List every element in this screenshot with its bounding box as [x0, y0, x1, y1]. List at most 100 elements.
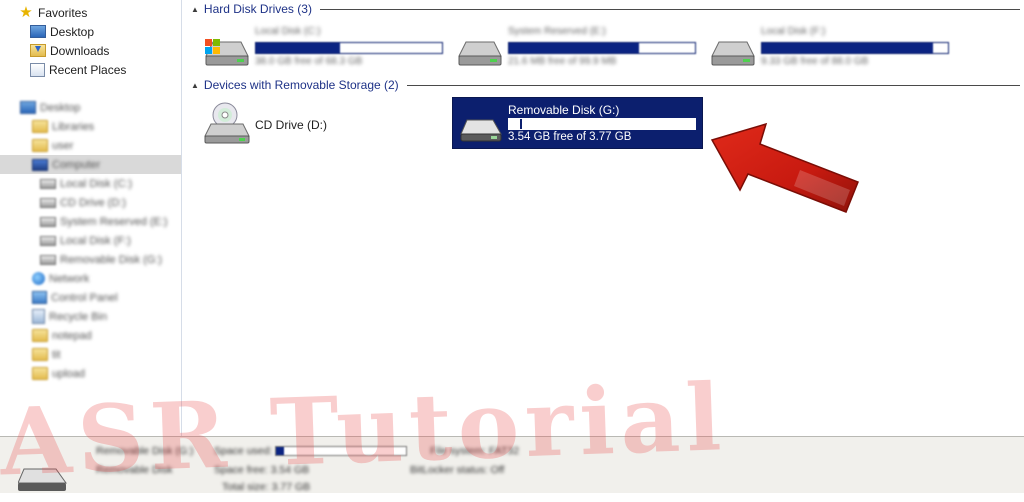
- group-hard-disk-drives[interactable]: ▲ Hard Disk Drives (3): [191, 1, 1020, 17]
- details-space-free: Space free: 3.54 GB: [214, 464, 310, 476]
- nav-tree-local-disk-c[interactable]: Local Disk (C:): [40, 174, 181, 193]
- group-header-label: Hard Disk Drives (3): [203, 2, 312, 16]
- nav-tree-label: Local Disk (F:): [60, 234, 131, 247]
- nav-tree-label: System Reserved (E:): [60, 215, 168, 228]
- hard-disk-icon: [40, 178, 56, 189]
- drive-name: Removable Disk (G:): [508, 103, 620, 117]
- drive-usage-bar: [761, 42, 949, 54]
- network-icon: [32, 272, 45, 285]
- nav-tree-label: Removable Disk (G:): [60, 253, 163, 266]
- drive-local-disk-f[interactable]: Local Disk (F:) 9.33 GB free of 88.0 GB: [703, 24, 953, 74]
- nav-tree-libraries[interactable]: Libraries: [32, 117, 181, 136]
- nav-tree-label: notepad: [52, 329, 92, 342]
- nav-tree-system-reserved[interactable]: System Reserved (E:): [40, 212, 181, 231]
- nav-tree-desktop[interactable]: Desktop: [20, 98, 181, 117]
- drive-free-space: 3.54 GB free of 3.77 GB: [508, 131, 632, 143]
- nav-tree-label: Recycle Bin: [49, 310, 108, 323]
- hard-disk-icon: [40, 235, 56, 246]
- details-space-used-label: Space used:: [214, 445, 273, 457]
- nav-item-label: Desktop: [50, 24, 95, 39]
- nav-tree-label: Network: [49, 272, 90, 285]
- libraries-icon: [32, 120, 48, 133]
- nav-tree-local-disk-f[interactable]: Local Disk (F:): [40, 231, 181, 250]
- downloads-icon: [30, 44, 46, 57]
- drive-free-space: 21.6 MB free of 99.9 MB: [508, 56, 617, 67]
- nav-favorites[interactable]: ★ Favorites: [18, 3, 181, 22]
- recycle-bin-icon: [32, 309, 45, 324]
- nav-item-downloads[interactable]: Downloads: [30, 41, 181, 60]
- nav-item-desktop[interactable]: Desktop: [30, 22, 181, 41]
- details-total-size: Total size: 3.77 GB: [222, 481, 311, 493]
- drive-usage-fill: [256, 43, 340, 53]
- desktop-icon: [20, 101, 36, 114]
- nav-favorites-label: Favorites: [38, 5, 88, 20]
- nav-tree-notepad[interactable]: notepad: [32, 326, 181, 345]
- drive-name: Local Disk (C:): [255, 26, 321, 37]
- removable-disk-icon: [460, 119, 502, 142]
- nav-tree-label: Computer: [52, 158, 101, 171]
- nav-tree-recycle-bin[interactable]: Recycle Bin: [32, 307, 181, 326]
- nav-item-label: Recent Places: [49, 62, 127, 77]
- hard-disk-icon: [458, 41, 502, 66]
- desktop-icon: [30, 25, 46, 38]
- drive-free-space: 9.33 GB free of 88.0 GB: [761, 56, 869, 67]
- drive-cd-drive[interactable]: CD Drive (D:): [197, 98, 447, 148]
- nav-tree-upload[interactable]: upload: [32, 364, 181, 383]
- nav-tree-label: Libraries: [52, 120, 95, 133]
- drive-usage-fill: [762, 43, 934, 53]
- collapse-icon[interactable]: ▲: [191, 5, 199, 14]
- hard-disk-icon: [40, 216, 56, 227]
- control-panel-icon: [32, 291, 47, 304]
- removable-disk-icon: [40, 254, 56, 265]
- nav-tree-user[interactable]: user: [32, 136, 181, 155]
- nav-tree-control-panel[interactable]: Control Panel: [32, 288, 181, 307]
- navigation-pane[interactable]: ★ Favorites Desktop Downloads Recent Pla…: [0, 0, 182, 436]
- nav-tree-label: Local Disk (C:): [60, 177, 133, 190]
- drive-name: System Reserved (E:): [508, 26, 606, 37]
- details-space-used-bar: [275, 446, 407, 456]
- drive-usage-bar: [508, 118, 696, 130]
- user-folder-icon: [32, 139, 48, 152]
- drive-removable-disk-g[interactable]: Removable Disk (G:) 3.54 GB free of 3.77…: [452, 97, 703, 149]
- nav-item-recent-places[interactable]: Recent Places: [30, 60, 181, 79]
- removable-disk-large-icon: [18, 468, 67, 491]
- star-icon: ★: [19, 3, 33, 21]
- nav-tree-tit[interactable]: tit: [32, 345, 181, 364]
- hard-disk-icon: [711, 41, 755, 66]
- computer-icon: [32, 158, 48, 171]
- details-type: Removable Disk: [96, 464, 173, 476]
- nav-tree-label: tit: [52, 348, 61, 361]
- details-space-used-fill: [276, 447, 284, 455]
- details-pane: Removable Disk (G:) Removable Disk Space…: [0, 436, 1024, 493]
- windows-hard-disk-icon: [205, 39, 249, 66]
- nav-item-label: Downloads: [50, 43, 110, 58]
- drive-system-reserved[interactable]: System Reserved (E:) 21.6 MB free of 99.…: [450, 24, 700, 74]
- drive-usage-bar: [255, 42, 443, 54]
- recent-places-icon: [30, 62, 45, 77]
- content-pane: ▲ Hard Disk Drives (3) Local Disk (C:) 3…: [183, 0, 1024, 436]
- nav-tree-network[interactable]: Network: [32, 269, 181, 288]
- drive-usage-fill: [509, 43, 640, 53]
- drive-usage-bar: [508, 42, 696, 54]
- group-header-label: Devices with Removable Storage (2): [203, 78, 399, 92]
- drive-name: Local Disk (F:): [761, 26, 826, 37]
- collapse-icon[interactable]: ▲: [191, 81, 199, 90]
- nav-tree-label: user: [52, 139, 74, 152]
- nav-tree-label: Control Panel: [51, 291, 118, 304]
- drive-local-disk-c[interactable]: Local Disk (C:) 38.0 GB free of 68.3 GB: [197, 24, 447, 74]
- cd-drive-icon: [204, 102, 250, 144]
- folder-icon: [32, 367, 48, 380]
- nav-tree-cd-drive[interactable]: CD Drive (D:): [40, 193, 181, 212]
- nav-tree-removable-disk[interactable]: Removable Disk (G:): [40, 250, 181, 269]
- folder-icon: [32, 329, 48, 342]
- folder-icon: [32, 348, 48, 361]
- drive-name: CD Drive (D:): [255, 118, 327, 132]
- group-removable-storage[interactable]: ▲ Devices with Removable Storage (2): [191, 77, 1020, 93]
- group-divider: [319, 8, 1020, 10]
- details-file-system: File system: FAT32: [430, 445, 520, 457]
- nav-tree-label: CD Drive (D:): [60, 196, 126, 209]
- drive-usage-fill: [509, 119, 523, 129]
- details-bitlocker-status: BitLocker status: Off: [410, 464, 505, 476]
- nav-tree-label: Desktop: [40, 101, 81, 114]
- nav-tree-computer[interactable]: Computer: [0, 155, 181, 174]
